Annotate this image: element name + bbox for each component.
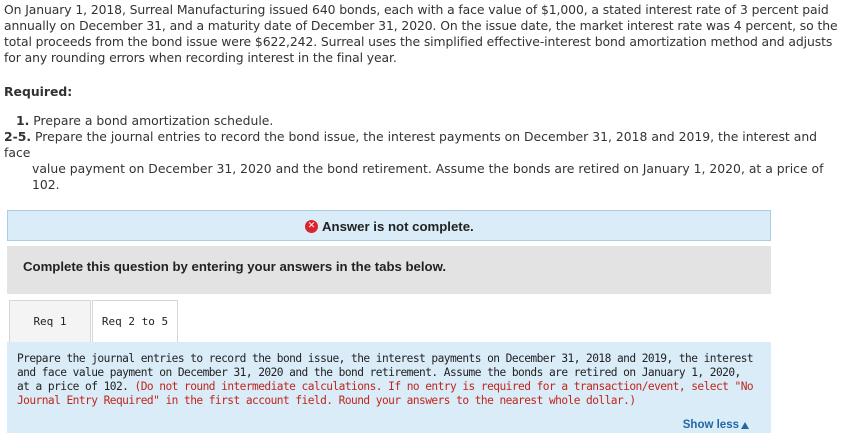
requirement-number: 2-5. (4, 129, 32, 144)
show-less-link[interactable]: Show less (683, 419, 749, 431)
show-less-label: Show less (682, 419, 739, 431)
instruction-text: Complete this question by entering your … (23, 259, 447, 274)
panel-instructions: Prepare the journal entries to record th… (17, 352, 757, 408)
tab-req-1[interactable]: Req 1 (9, 300, 91, 343)
answer-status-banner: ✕ Answer is not complete. (7, 210, 771, 241)
requirement-text: Prepare a bond amortization schedule. (33, 113, 274, 128)
answer-status-text: Answer is not complete. (322, 219, 474, 234)
requirement-text: Prepare the journal entries to record th… (4, 129, 818, 160)
x-circle-icon: ✕ (305, 220, 318, 233)
requirement-number: 1. (16, 113, 30, 128)
requirement-2-5: 2-5. Prepare the journal entries to reco… (4, 129, 846, 193)
problem-statement: On January 1, 2018, Surreal Manufacturin… (4, 2, 838, 65)
tab-req-2-to-5[interactable]: Req 2 to 5 (92, 300, 178, 343)
triangle-up-icon (741, 421, 749, 429)
instruction-banner: Complete this question by entering your … (7, 246, 771, 294)
required-heading: Required: (4, 84, 73, 99)
tab-content-panel: Prepare the journal entries to record th… (7, 342, 771, 433)
requirement-1: 1. Prepare a bond amortization schedule. (16, 113, 273, 129)
requirement-text-continuation: value payment on December 31, 2020 and t… (32, 161, 824, 192)
panel-instruction-note: (Do not round intermediate calculations.… (17, 380, 754, 407)
